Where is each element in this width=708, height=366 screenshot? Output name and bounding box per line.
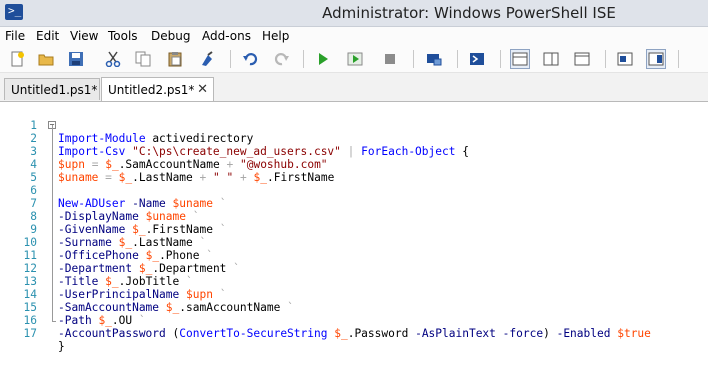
code-line: 16 -AccountPassword (ConvertTo-SecureStr… bbox=[0, 301, 651, 340]
fold-guide bbox=[52, 125, 53, 321]
code-text: -Title $_.JobTitle ` bbox=[58, 275, 193, 288]
code-line: 6 New-ADUser -Name $uname ` bbox=[0, 171, 226, 210]
menu-addons[interactable]: Add-ons bbox=[202, 29, 251, 43]
menu-file[interactable]: File bbox=[5, 29, 25, 43]
stop-icon[interactable] bbox=[380, 49, 400, 69]
show-script-pane-maximized-icon[interactable] bbox=[572, 49, 592, 69]
line-number: 17 bbox=[23, 327, 37, 340]
code-line: 4 $uname = $_.LastName + " " + $_.FirstN… bbox=[0, 145, 334, 184]
new-file-icon[interactable] bbox=[7, 49, 27, 69]
code-line: 7 -DisplayName $uname ` bbox=[0, 184, 199, 223]
run-script-icon[interactable] bbox=[313, 49, 333, 69]
show-command-window-icon[interactable] bbox=[615, 49, 635, 69]
code-line: 2 Import-Csv "C:\ps\create_new_ad_users.… bbox=[0, 119, 469, 158]
show-script-pane-top-icon[interactable] bbox=[510, 49, 530, 69]
title-bar: >_ Administrator: Windows PowerShell ISE bbox=[0, 0, 708, 27]
tab-label: Untitled1.ps1* bbox=[11, 83, 98, 97]
code-text: -Path $_.OU ` bbox=[58, 314, 146, 327]
menu-edit[interactable]: Edit bbox=[36, 29, 59, 43]
toolbar bbox=[0, 46, 708, 73]
remote-powershell-icon[interactable] bbox=[424, 49, 444, 69]
code-text: New-ADUser -Name $uname ` bbox=[58, 197, 227, 210]
code-line: 11 -Department $_.Department ` bbox=[0, 236, 240, 275]
code-line: 8 -GivenName $_.FirstName ` bbox=[0, 197, 226, 236]
code-text: -SamAccountName $_.samAccountName ` bbox=[58, 301, 294, 314]
code-line: 15 -Path $_.OU ` bbox=[0, 288, 146, 327]
paste-icon[interactable] bbox=[165, 49, 185, 69]
code-line: 1 Import-Module activedirectory bbox=[0, 106, 253, 145]
fold-end bbox=[52, 321, 56, 322]
open-folder-icon[interactable] bbox=[36, 49, 56, 69]
code-line: 12 -Title $_.JobTitle ` bbox=[0, 249, 193, 288]
menu-help[interactable]: Help bbox=[262, 29, 289, 43]
code-text: -AccountPassword (ConvertTo-SecureString… bbox=[58, 327, 651, 340]
code-text: Import-Csv "C:\ps\create_new_ad_users.cs… bbox=[58, 145, 469, 158]
code-text: Import-Module activedirectory bbox=[58, 132, 254, 145]
tab-strip: Untitled1.ps1* Untitled2.ps1* ✕ bbox=[0, 73, 708, 102]
code-line: 10 -OfficePhone $_.Phone ` bbox=[0, 223, 213, 262]
start-powershell-icon[interactable] bbox=[467, 49, 487, 69]
code-line: 9 -Surname $_.LastName ` bbox=[0, 210, 206, 249]
clear-console-icon[interactable] bbox=[197, 49, 217, 69]
menu-view[interactable]: View bbox=[70, 29, 98, 43]
code-text: -OfficePhone $_.Phone ` bbox=[58, 249, 213, 262]
menu-tools[interactable]: Tools bbox=[108, 29, 138, 43]
code-text: $uname = $_.LastName + " " + $_.FirstNam… bbox=[58, 171, 335, 184]
run-selection-icon[interactable] bbox=[345, 49, 365, 69]
menu-bar: File Edit View Tools Debug Add-ons Help bbox=[0, 27, 708, 46]
code-text: $upn = $_.SamAccountName + "@woshub.com" bbox=[58, 158, 328, 171]
code-line: 17 } bbox=[0, 314, 65, 353]
cut-icon[interactable] bbox=[103, 49, 123, 69]
tab-untitled1[interactable]: Untitled1.ps1* bbox=[4, 78, 100, 100]
tab-label: Untitled2.ps1* bbox=[108, 83, 195, 97]
code-text: -Department $_.Department ` bbox=[58, 262, 240, 275]
code-line: 13 -UserPrincipalName $upn ` bbox=[0, 262, 227, 301]
code-text: -UserPrincipalName $upn ` bbox=[58, 288, 227, 301]
copy-icon[interactable] bbox=[133, 49, 153, 69]
show-script-pane-right-icon[interactable] bbox=[541, 49, 561, 69]
script-editor[interactable]: − 1 Import-Module activedirectory 2 Impo… bbox=[0, 102, 708, 353]
menu-debug[interactable]: Debug bbox=[151, 29, 190, 43]
undo-icon[interactable] bbox=[240, 49, 260, 69]
code-text: -Surname $_.LastName ` bbox=[58, 236, 207, 249]
code-line: 5 bbox=[0, 158, 37, 184]
redo-icon[interactable] bbox=[272, 49, 292, 69]
code-text: -DisplayName $uname ` bbox=[58, 210, 200, 223]
code-text: -GivenName $_.FirstName ` bbox=[58, 223, 227, 236]
code-line: 3 $upn = $_.SamAccountName + "@woshub.co… bbox=[0, 132, 327, 171]
tab-untitled2[interactable]: Untitled2.ps1* ✕ bbox=[101, 77, 214, 101]
code-text: } bbox=[58, 340, 65, 353]
window-title: Administrator: Windows PowerShell ISE bbox=[322, 4, 616, 22]
code-line: 14 -SamAccountName $_.samAccountName ` bbox=[0, 275, 294, 314]
save-icon[interactable] bbox=[66, 49, 86, 69]
show-command-addon-icon[interactable] bbox=[646, 49, 666, 69]
close-tab-icon[interactable]: ✕ bbox=[197, 78, 208, 102]
